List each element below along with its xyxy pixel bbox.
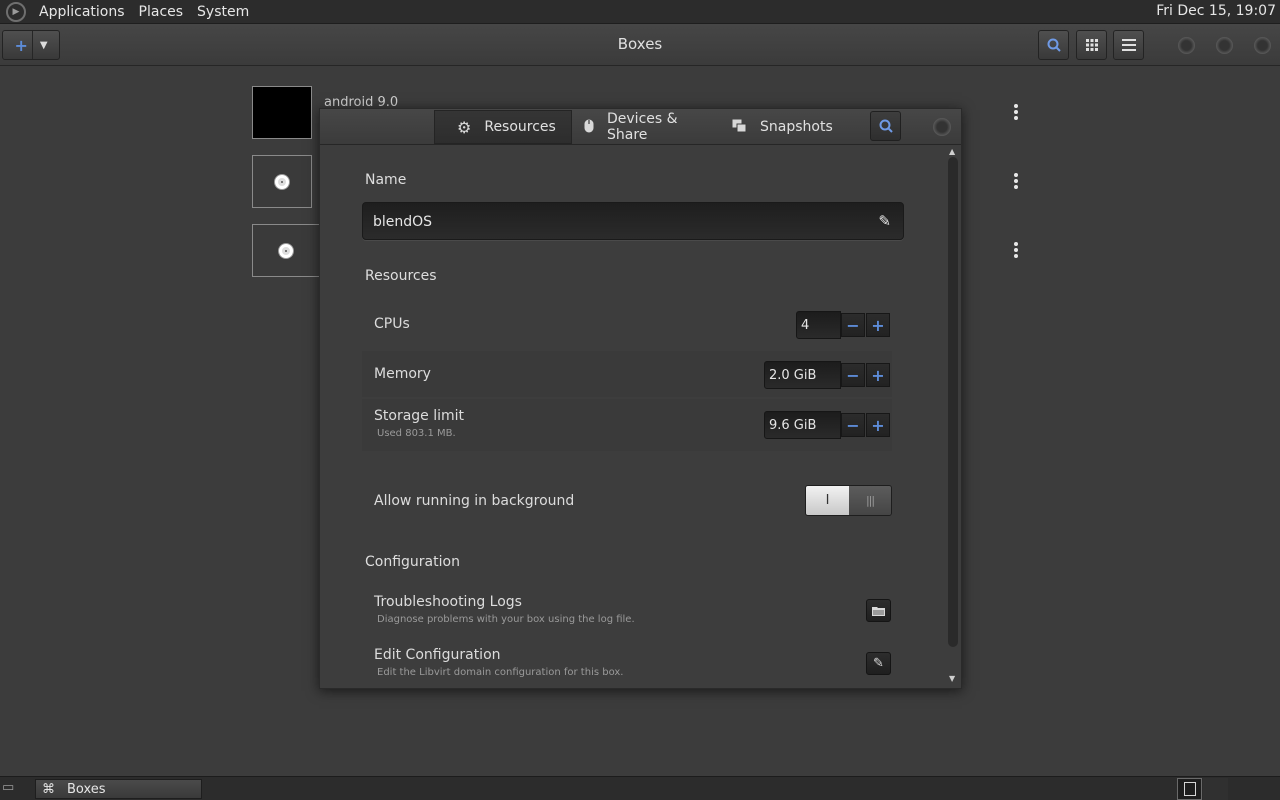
taskbar-item-boxes[interactable]: ⌘ Boxes <box>35 779 202 799</box>
resources-section-label: Resources <box>365 268 437 284</box>
box-thumbnail[interactable] <box>252 224 320 277</box>
edit-config-label: Edit Configuration <box>374 647 501 663</box>
box-options-icon[interactable] <box>1008 102 1024 122</box>
top-panel: ▶ Applications Places System Fri Dec 15,… <box>0 0 1280 24</box>
maximize-window-icon[interactable] <box>1216 37 1233 54</box>
headerbar: + ▼ Boxes <box>0 24 1280 66</box>
edit-configuration-row: Edit Configuration Edit the Libvirt doma… <box>362 640 892 688</box>
workspace-1[interactable] <box>1177 778 1202 800</box>
gear-icon: ⚙ <box>457 117 472 137</box>
dialog-scrollbar[interactable]: ▲ ▼ <box>946 147 960 687</box>
disc-icon <box>279 243 293 258</box>
tab-snapshots[interactable]: Snapshots <box>712 110 846 144</box>
hamburger-icon <box>1121 39 1136 51</box>
box-options-icon[interactable] <box>1008 171 1024 191</box>
cpus-decrement-button[interactable]: − <box>841 313 865 337</box>
logs-label: Troubleshooting Logs <box>374 594 522 610</box>
show-desktop-icon[interactable]: ▭ <box>2 780 22 798</box>
dialog-header: ⚙ Resources Devices & Share Snapshots <box>320 109 961 145</box>
background-toggle[interactable]: I ||| <box>805 485 892 516</box>
storage-decrement-button[interactable]: − <box>841 413 865 437</box>
name-value: blendOS <box>373 214 433 230</box>
workspace-2[interactable] <box>1203 778 1228 800</box>
close-window-icon[interactable] <box>1254 37 1271 54</box>
dialog-search-button[interactable] <box>870 111 901 141</box>
box-properties-dialog: ⚙ Resources Devices & Share Snapshots Na… <box>319 108 962 689</box>
background-label: Allow running in background <box>374 493 575 509</box>
memory-label: Memory <box>374 366 431 382</box>
tab-label: Devices & Share <box>607 111 678 143</box>
search-button[interactable] <box>1038 30 1069 60</box>
scrollbar-thumb[interactable] <box>948 157 958 647</box>
snapshots-icon <box>732 118 747 137</box>
box-thumbnail[interactable] <box>252 86 312 139</box>
memory-decrement-button[interactable]: − <box>841 363 865 387</box>
bottom-panel: ▭ ⌘ Boxes <box>0 776 1280 800</box>
system-menu[interactable]: System <box>190 4 256 20</box>
pencil-icon: ✎ <box>873 656 884 671</box>
logs-description: Diagnose problems with your box using th… <box>377 614 635 625</box>
dialog-close-icon[interactable] <box>933 118 951 136</box>
pencil-icon[interactable]: ✎ <box>878 212 891 230</box>
storage-row: Storage limit Used 803.1 MB. 9.6 GiB − + <box>362 399 892 451</box>
cpus-increment-button[interactable]: + <box>866 313 890 337</box>
boxes-app-icon: ⌘ <box>42 781 55 797</box>
applications-menu[interactable]: Applications <box>32 4 132 20</box>
grid-view-button[interactable] <box>1076 30 1107 60</box>
minimize-window-icon[interactable] <box>1178 37 1195 54</box>
cpus-row: CPUs 4 − + <box>362 299 892 347</box>
disc-icon <box>275 174 289 189</box>
search-icon <box>879 119 893 133</box>
taskbar-item-label: Boxes <box>67 781 106 797</box>
storage-used-text: Used 803.1 MB. <box>377 428 456 439</box>
scroll-down-icon[interactable]: ▼ <box>949 674 955 683</box>
tab-resources[interactable]: ⚙ Resources <box>434 110 572 144</box>
storage-label: Storage limit <box>374 408 465 424</box>
distro-logo-icon[interactable]: ▶ <box>6 1 26 22</box>
name-section-label: Name <box>365 172 407 188</box>
tab-label: Snapshots <box>760 119 833 135</box>
name-field[interactable]: blendOS ✎ <box>362 202 904 240</box>
configuration-section-label: Configuration <box>365 554 460 570</box>
edit-config-description: Edit the Libvirt domain configuration fo… <box>377 667 624 678</box>
cpus-input[interactable]: 4 <box>796 311 841 339</box>
open-logs-button[interactable] <box>866 599 891 622</box>
box-options-icon[interactable] <box>1008 240 1024 260</box>
troubleshooting-logs-row: Troubleshooting Logs Diagnose problems w… <box>362 587 892 635</box>
toggle-on-indicator: I <box>806 486 849 515</box>
tab-devices-share[interactable]: Devices & Share <box>574 110 710 144</box>
places-menu[interactable]: Places <box>132 4 191 20</box>
memory-increment-button[interactable]: + <box>866 363 890 387</box>
clock[interactable]: Fri Dec 15, 19:07 <box>1156 3 1276 19</box>
folder-icon <box>872 606 885 616</box>
search-icon <box>1047 38 1061 52</box>
toggle-off-indicator: ||| <box>849 486 891 515</box>
storage-increment-button[interactable]: + <box>866 413 890 437</box>
grid-icon <box>1085 39 1098 51</box>
memory-row: Memory 2.0 GiB − + <box>362 351 892 397</box>
main-menu-button[interactable] <box>1113 30 1144 60</box>
edit-configuration-button[interactable]: ✎ <box>866 652 891 675</box>
mouse-icon <box>584 118 594 137</box>
storage-input[interactable]: 9.6 GiB <box>764 411 841 439</box>
box-thumbnail[interactable] <box>252 155 312 208</box>
scroll-up-icon[interactable]: ▲ <box>949 147 955 156</box>
cpus-label: CPUs <box>374 316 410 332</box>
tab-label: Resources <box>484 119 556 135</box>
memory-input[interactable]: 2.0 GiB <box>764 361 841 389</box>
